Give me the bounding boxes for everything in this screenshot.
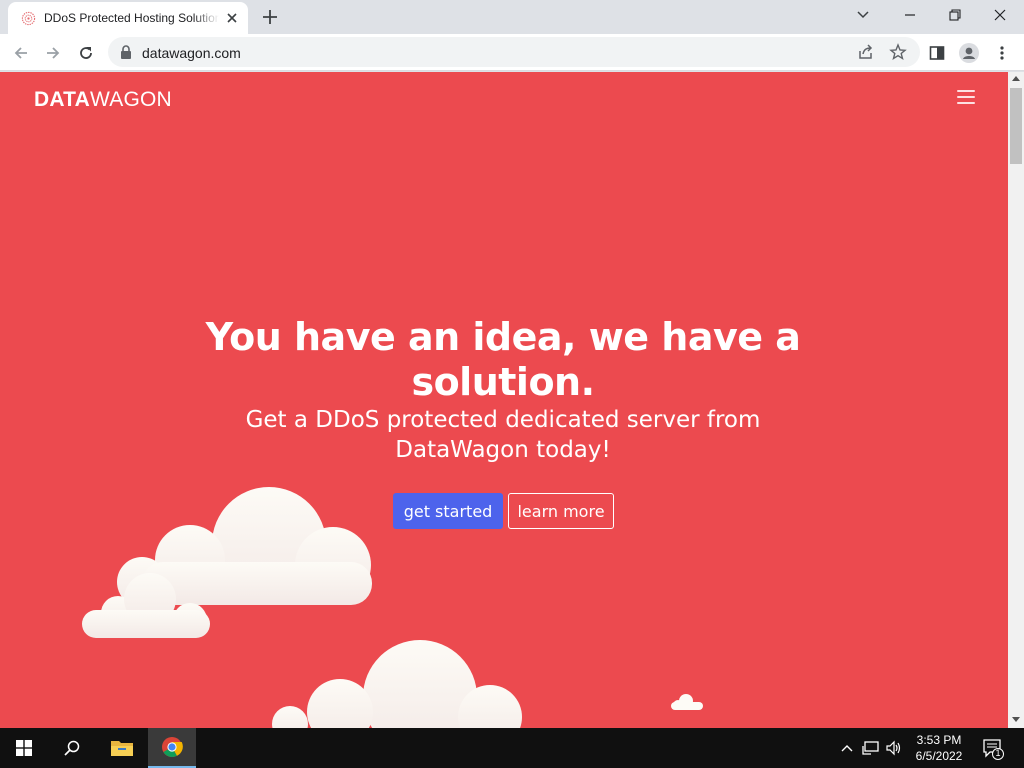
kebab-menu-icon[interactable] <box>992 43 1012 63</box>
lock-icon[interactable] <box>120 45 132 59</box>
cloud-tiny <box>671 694 703 710</box>
star-icon[interactable] <box>889 43 907 61</box>
cloud-bottom <box>272 640 522 728</box>
share-icon[interactable] <box>857 43 875 61</box>
learn-more-button[interactable]: learn more <box>508 493 614 529</box>
browser-toolbar: datawagon.com <box>0 34 1024 71</box>
url-text: datawagon.com <box>142 45 241 61</box>
new-tab-icon[interactable] <box>260 7 280 27</box>
volume-icon[interactable] <box>885 740 903 756</box>
clock-date: 6/5/2022 <box>915 749 963 763</box>
restore-icon[interactable] <box>942 4 968 26</box>
scroll-thumb[interactable] <box>1010 88 1022 164</box>
chevron-up-icon[interactable] <box>838 740 856 756</box>
back-icon[interactable] <box>9 41 33 65</box>
notification-icon[interactable]: 1 <box>982 738 1004 760</box>
network-icon[interactable] <box>862 740 880 756</box>
tab-strip: DDoS Protected Hosting Solutions <box>0 0 1024 34</box>
file-explorer-icon[interactable] <box>98 728 146 768</box>
hero-section: You have an idea, we have a solution. Ge… <box>200 315 806 465</box>
hero-headline: You have an idea, we have a solution. <box>205 315 801 404</box>
scroll-down-arrow-icon[interactable] <box>1012 717 1020 722</box>
windows-start-icon[interactable] <box>0 728 48 768</box>
page-viewport: DATAWAGON You have an idea, we have a so… <box>0 72 1008 728</box>
get-started-button[interactable]: get started <box>393 493 503 529</box>
minimize-icon[interactable] <box>897 4 923 26</box>
scroll-up-arrow-icon[interactable] <box>1012 76 1020 81</box>
reload-icon[interactable] <box>74 41 98 65</box>
chrome-icon[interactable] <box>148 728 196 768</box>
close-window-icon[interactable] <box>987 4 1013 26</box>
forward-icon[interactable] <box>41 41 65 65</box>
tab-title: DDoS Protected Hosting Solutions <box>44 11 219 25</box>
hero-subheadline: Get a DDoS protected dedicated server fr… <box>245 407 761 463</box>
page-scrollbar[interactable] <box>1008 72 1024 728</box>
close-tab-icon[interactable] <box>224 10 240 26</box>
notification-count: 1 <box>995 748 1001 758</box>
clock-time: 3:53 PM <box>916 733 962 747</box>
windows-taskbar: 3:53 PM 6/5/2022 1 <box>0 728 1024 768</box>
browser-tab[interactable]: DDoS Protected Hosting Solutions <box>8 2 248 34</box>
profile-icon[interactable] <box>959 43 979 63</box>
side-panel-icon[interactable] <box>927 43 947 63</box>
tab-search-icon[interactable] <box>850 4 876 26</box>
address-bar[interactable]: datawagon.com <box>108 37 920 67</box>
site-favicon-icon <box>21 11 36 26</box>
search-icon[interactable] <box>48 728 96 768</box>
system-clock[interactable]: 3:53 PM 6/5/2022 <box>906 732 972 764</box>
